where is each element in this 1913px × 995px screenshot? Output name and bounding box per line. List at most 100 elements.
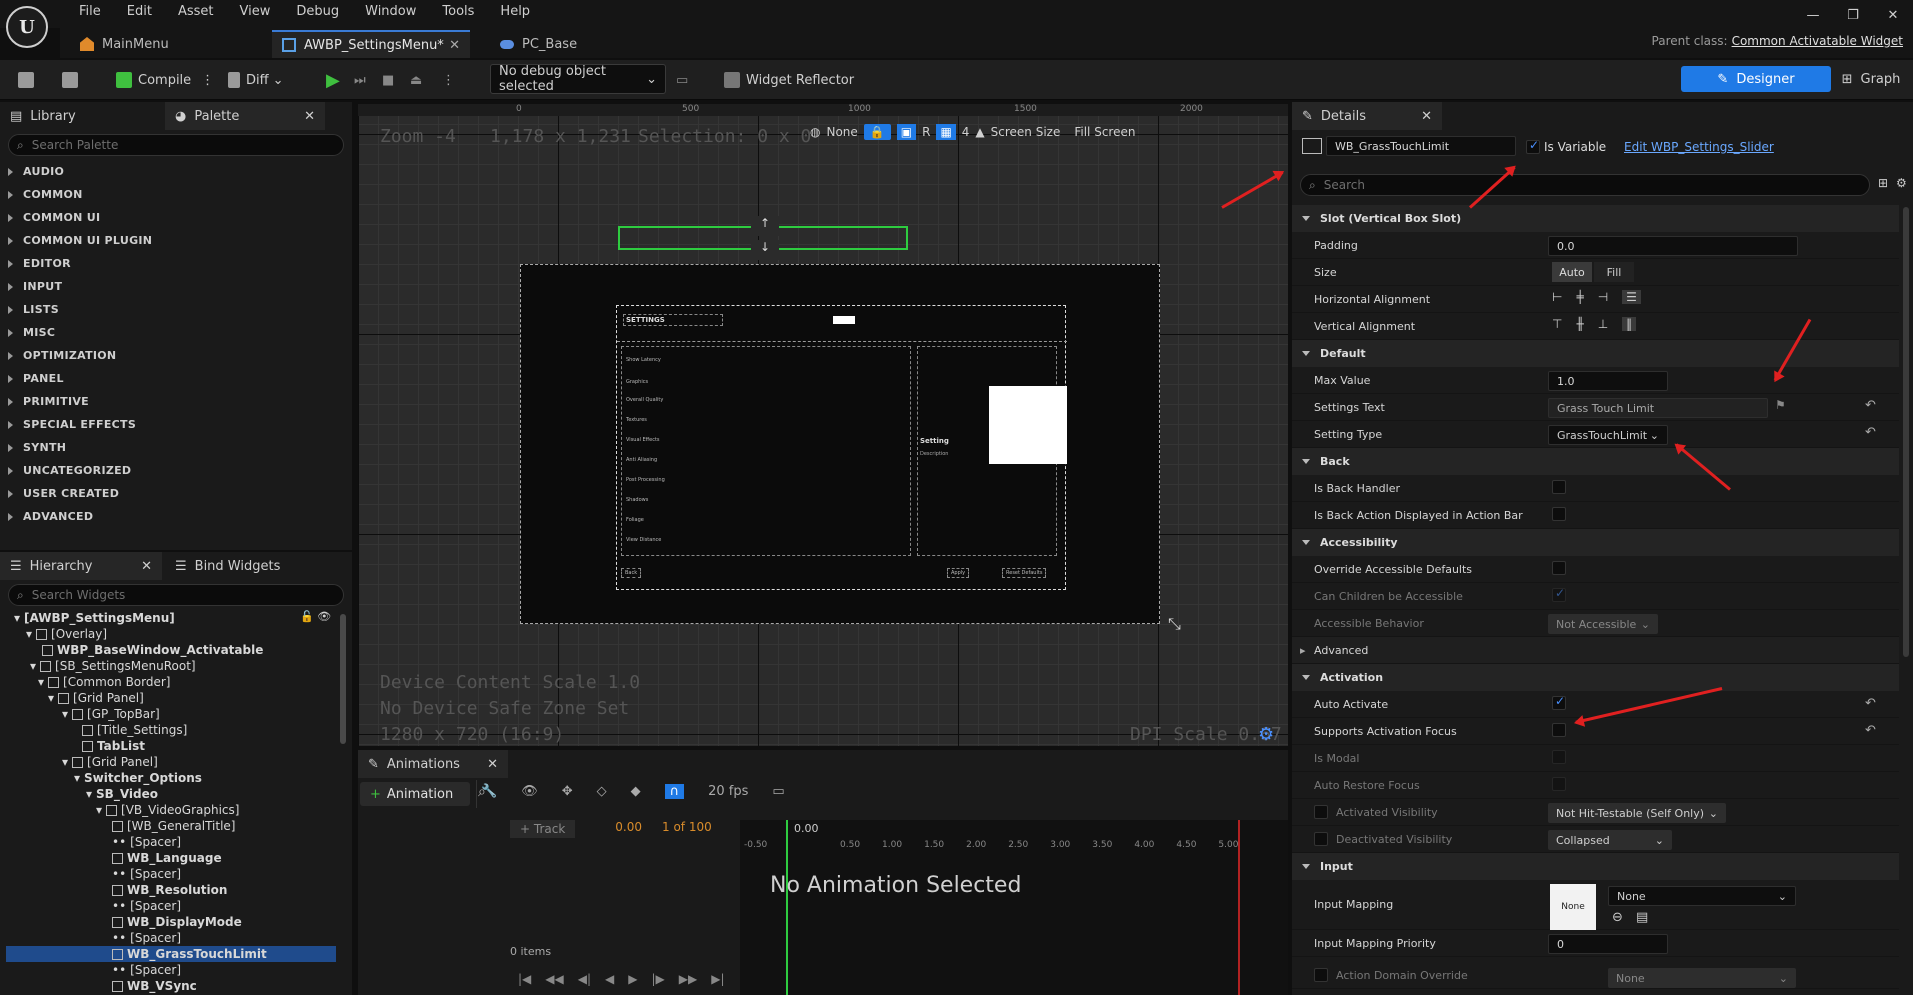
last-frame-icon[interactable]: ▶| — [711, 972, 724, 986]
tree-node[interactable]: ▾ [AWBP_SettingsMenu] — [14, 610, 175, 626]
table-view-icon[interactable]: ⊞ — [1878, 176, 1888, 190]
activated-visibility-dropdown[interactable]: Not Hit-Testable (Self Only) ⌄ — [1548, 803, 1726, 823]
magnet-icon[interactable]: ∩ — [664, 784, 685, 799]
category-item[interactable]: USER CREATED — [8, 482, 152, 505]
lock-eye-icons[interactable]: 🔓 👁 — [300, 610, 331, 623]
align-left-icon[interactable]: ⊢ — [1552, 290, 1562, 304]
lock-icon[interactable]: 🔒 — [863, 124, 891, 140]
play-options-icon[interactable]: ⋮ — [436, 67, 461, 93]
is-back-handler-checkbox[interactable] — [1552, 480, 1566, 494]
align-right-icon[interactable]: ⊣ — [1598, 290, 1608, 304]
category-item[interactable]: PANEL — [8, 367, 152, 390]
tab-bind-widgets[interactable]: ☰ Bind Widgets — [165, 552, 290, 580]
details-scrollbar[interactable] — [1903, 207, 1909, 657]
fill-screen-dropdown[interactable]: Fill Screen — [1074, 125, 1135, 139]
tab-palette[interactable]: ◕ Palette ✕ — [165, 102, 325, 130]
section-input[interactable]: Input — [1292, 853, 1899, 880]
camera-icon[interactable]: ✥ — [562, 784, 573, 799]
details-search-input[interactable]: ⌕ Search — [1300, 174, 1870, 196]
category-item[interactable]: MISC — [8, 321, 152, 344]
tab-details[interactable]: ✎ Details ✕ — [1292, 102, 1442, 130]
category-item[interactable]: LISTS — [8, 298, 152, 321]
tree-node[interactable]: ▾ [Overlay] — [26, 626, 107, 642]
input-mapping-dropdown[interactable]: None ⌄ — [1608, 886, 1796, 906]
current-time[interactable]: 0.00 — [615, 820, 642, 838]
outline-icon[interactable]: ▲ — [975, 125, 984, 139]
category-item[interactable]: COMMON UI PLUGIN — [8, 229, 152, 252]
move-down-icon[interactable]: ↓ — [751, 240, 779, 260]
align-top-icon[interactable]: ⊤ — [1552, 317, 1562, 331]
play-icon[interactable]: ▶ — [320, 67, 346, 93]
action-domain-checkbox[interactable] — [1314, 968, 1328, 982]
tree-node[interactable]: •• [Spacer] — [112, 898, 181, 914]
save-button[interactable] — [12, 67, 46, 93]
action-domain-dropdown[interactable]: None ⌄ — [1608, 968, 1796, 988]
tree-node[interactable]: •• [Spacer] — [112, 930, 181, 946]
menu-view[interactable]: View — [227, 0, 284, 24]
widget-name-input[interactable]: WB_GrassTouchLimit — [1326, 136, 1516, 156]
menu-tools[interactable]: Tools — [429, 0, 487, 24]
first-frame-icon[interactable]: |◀ — [518, 972, 531, 986]
padding-input[interactable]: 0.0 — [1548, 236, 1798, 256]
align-center-icon[interactable]: ╪ — [1576, 290, 1583, 304]
hierarchy-search-input[interactable]: ⌕ Search Widgets — [8, 584, 344, 606]
parent-class-link[interactable]: Common Activatable Widget — [1732, 34, 1903, 48]
designer-viewport[interactable]: Zoom -4 1,178 x 1,231 Selection: 0 x 0 ◍… — [358, 104, 1288, 746]
supports-focus-checkbox[interactable] — [1552, 723, 1566, 737]
section-default[interactable]: Default — [1292, 340, 1899, 367]
align-middle-icon[interactable]: ╫ — [1576, 317, 1583, 331]
tree-node[interactable]: ▾ [Grid Panel] — [48, 690, 144, 706]
diff-button[interactable]: Diff ⌄ — [222, 67, 290, 93]
align-fill-icon[interactable]: ☰ — [1622, 290, 1641, 304]
tree-node[interactable]: WBP_BaseWindow_Activatable — [42, 642, 263, 658]
setting-type-dropdown[interactable]: GrassTouchLimit ⌄ — [1548, 425, 1668, 445]
category-item[interactable]: AUDIO — [8, 160, 152, 183]
add-animation-button[interactable]: + Animation — [360, 782, 470, 806]
debug-browse-icon[interactable]: ▭ — [670, 67, 694, 93]
tree-node[interactable]: ▾ [Common Border] — [38, 674, 171, 690]
prev-key-icon[interactable]: ◀◀ — [545, 972, 563, 986]
section-accessibility[interactable]: Accessibility — [1292, 529, 1899, 556]
menu-help[interactable]: Help — [487, 0, 543, 24]
tree-node[interactable]: ▾ Switcher_Options — [74, 770, 202, 786]
grid-snap-icon[interactable]: ▦ — [936, 124, 956, 140]
move-up-icon[interactable]: ↑ — [751, 216, 779, 236]
eye-icon[interactable]: 👁 — [521, 784, 538, 799]
tree-node[interactable]: ▾ SB_Video — [86, 786, 158, 802]
category-item[interactable]: SPECIAL EFFECTS — [8, 413, 152, 436]
resize-handle-icon[interactable]: ⤡ — [1168, 614, 1181, 634]
section-back[interactable]: Back — [1292, 448, 1899, 475]
is-variable-checkbox[interactable] — [1526, 138, 1540, 154]
debug-object-select[interactable]: No debug object selected ⌄ — [490, 64, 666, 94]
search-icon[interactable]: ⌕ — [478, 784, 486, 800]
tab-mainmenu[interactable]: MainMenu — [70, 30, 179, 58]
tab-library[interactable]: ▤ Library — [0, 102, 165, 130]
fps-dropdown[interactable]: 20 fps — [708, 784, 748, 799]
tree-node[interactable]: [WB_GeneralTitle] — [112, 818, 235, 834]
playback-icon[interactable]: ▭ — [772, 784, 784, 799]
close-tab-icon[interactable]: ✕ — [1421, 109, 1432, 124]
override-accessible-checkbox[interactable] — [1552, 561, 1566, 575]
settings-text-input[interactable]: Grass Touch Limit — [1548, 398, 1768, 418]
restore-icon[interactable]: ❐ — [1833, 0, 1873, 30]
menu-debug[interactable]: Debug — [283, 0, 352, 24]
back-action-checkbox[interactable] — [1552, 507, 1566, 521]
timeline[interactable]: 0.00 -0.50 0.50 1.00 1.50 2.00 2.50 3.00 3.50 4… — [740, 820, 1288, 995]
input-priority-input[interactable]: 0 — [1548, 934, 1668, 954]
grid-size[interactable]: 4 — [962, 125, 970, 139]
unreal-logo-icon[interactable]: U — [6, 6, 48, 48]
designer-mode-button[interactable]: ✎ Designer — [1681, 66, 1831, 92]
tree-node[interactable]: WB_VSync — [112, 978, 197, 994]
size-auto-toggle[interactable]: Auto — [1552, 262, 1592, 282]
reset-icon[interactable]: ↶ — [1865, 696, 1876, 711]
screen-size-dropdown[interactable]: Screen Size — [991, 125, 1061, 139]
playhead[interactable] — [786, 820, 788, 995]
align-fill-vertical-icon[interactable]: ‖ — [1622, 317, 1637, 331]
gear-icon[interactable]: ⚙ — [1258, 724, 1274, 745]
tree-node[interactable]: ▾ [Grid Panel] — [62, 754, 158, 770]
flag-icon[interactable]: ⚑ — [1775, 398, 1786, 412]
menu-asset[interactable]: Asset — [165, 0, 227, 24]
next-frame-icon[interactable]: |▶ — [652, 972, 665, 986]
category-item[interactable]: COMMON UI — [8, 206, 152, 229]
minimize-icon[interactable]: — — [1793, 0, 1833, 30]
